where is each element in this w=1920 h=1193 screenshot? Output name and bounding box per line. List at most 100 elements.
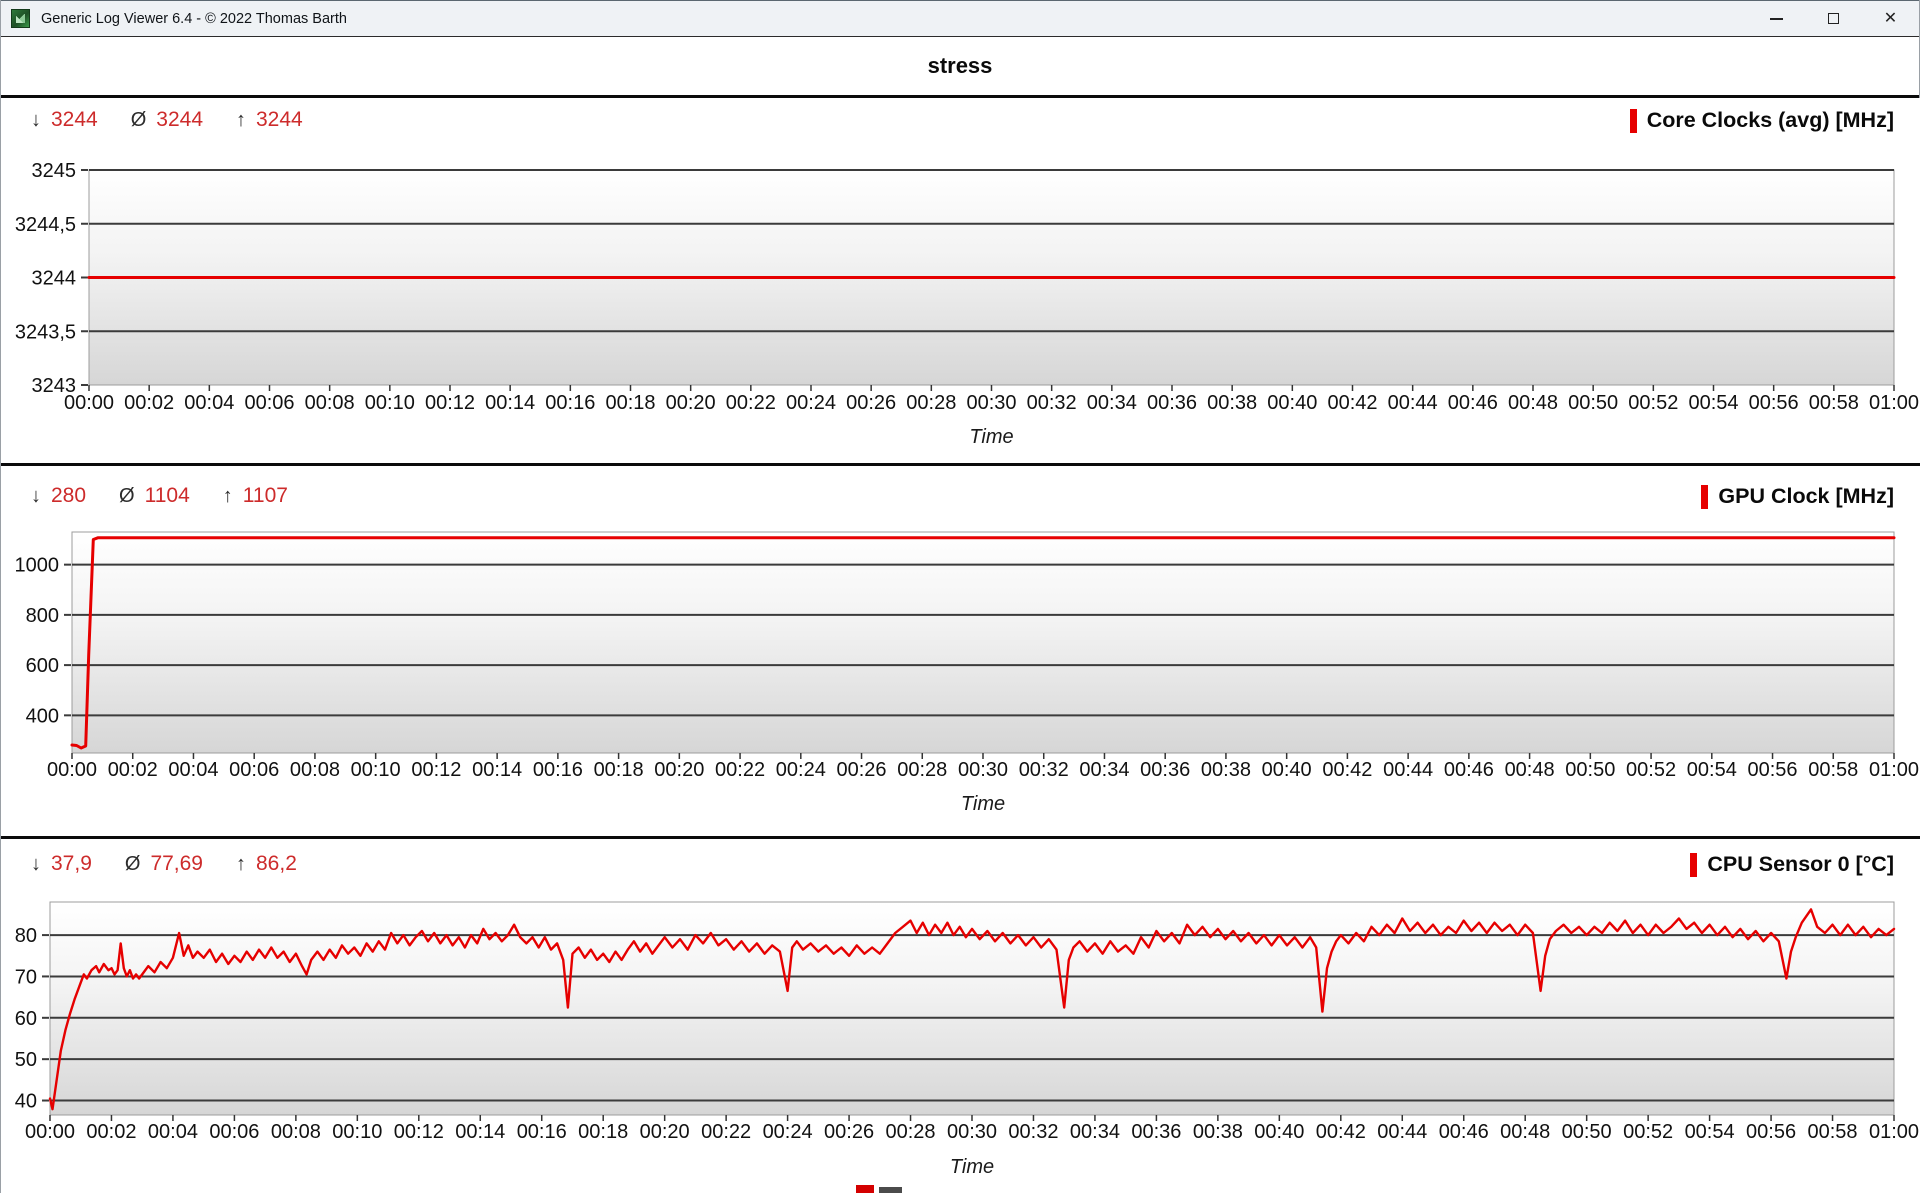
svg-text:3244: 3244 — [32, 268, 77, 290]
svg-text:00:02: 00:02 — [86, 1121, 136, 1143]
legend-color-bar — [1630, 109, 1637, 133]
close-button[interactable]: ✕ — [1862, 1, 1919, 36]
avg-icon: Ø — [125, 853, 141, 876]
svg-text:60: 60 — [15, 1008, 37, 1030]
stat-avg-value: 77,69 — [150, 852, 203, 876]
close-icon: ✕ — [1884, 11, 1897, 27]
svg-text:00:46: 00:46 — [1448, 392, 1498, 414]
svg-text:01:00: 01:00 — [1869, 759, 1919, 781]
svg-text:00:54: 00:54 — [1688, 392, 1738, 414]
cpu-temp-chart[interactable]: 405060708000:0000:0200:0400:0600:0800:10… — [1, 839, 1920, 1193]
minimize-icon — [1770, 18, 1783, 20]
svg-text:00:58: 00:58 — [1809, 392, 1859, 414]
svg-text:80: 80 — [15, 925, 37, 947]
svg-text:00:14: 00:14 — [455, 1121, 505, 1143]
svg-text:00:24: 00:24 — [786, 392, 836, 414]
svg-text:00:16: 00:16 — [545, 392, 595, 414]
legend-label: Core Clocks (avg) [MHz] — [1647, 108, 1894, 133]
max-arrow-icon: ↑ — [223, 485, 233, 508]
svg-text:00:48: 00:48 — [1505, 759, 1555, 781]
stat-avg-value: 3244 — [156, 108, 203, 132]
svg-text:00:20: 00:20 — [654, 759, 704, 781]
svg-text:00:38: 00:38 — [1201, 759, 1251, 781]
svg-text:00:10: 00:10 — [332, 1121, 382, 1143]
svg-text:00:08: 00:08 — [290, 759, 340, 781]
svg-text:00:06: 00:06 — [209, 1121, 259, 1143]
svg-text:00:20: 00:20 — [640, 1121, 690, 1143]
svg-text:00:20: 00:20 — [666, 392, 716, 414]
stat-avg-value: 1104 — [145, 484, 190, 508]
svg-text:00:46: 00:46 — [1439, 1121, 1489, 1143]
max-arrow-icon: ↑ — [236, 109, 246, 132]
stat-avg: Ø 3244 — [131, 108, 203, 132]
svg-text:600: 600 — [26, 655, 59, 677]
min-arrow-icon: ↓ — [31, 853, 41, 876]
svg-text:00:18: 00:18 — [605, 392, 655, 414]
svg-text:00:40: 00:40 — [1262, 759, 1312, 781]
svg-text:3244,5: 3244,5 — [15, 214, 76, 236]
svg-text:00:12: 00:12 — [411, 759, 461, 781]
stat-min: ↓37,9 — [31, 852, 92, 876]
svg-text:00:04: 00:04 — [184, 392, 234, 414]
title-bar[interactable]: Generic Log Viewer 6.4 - © 2022 Thomas B… — [1, 0, 1919, 37]
gpu-clock-panel: ↓280 Ø1104 ↑1107 GPU Clock [MHz] 4006008… — [1, 466, 1920, 839]
cpu-sensor-legend: CPU Sensor 0 [°C] — [1690, 852, 1894, 877]
svg-text:00:22: 00:22 — [726, 392, 776, 414]
app-window: Generic Log Viewer 6.4 - © 2022 Thomas B… — [0, 0, 1920, 1193]
avg-icon: Ø — [119, 485, 135, 508]
app-logo-icon — [11, 9, 30, 28]
maximize-button[interactable] — [1805, 1, 1862, 36]
svg-text:00:00: 00:00 — [64, 392, 114, 414]
minimize-button[interactable] — [1748, 1, 1805, 36]
legend-color-bar — [1690, 853, 1697, 877]
svg-text:00:14: 00:14 — [472, 759, 522, 781]
svg-text:Time: Time — [961, 793, 1005, 815]
svg-text:00:24: 00:24 — [776, 759, 826, 781]
svg-text:00:48: 00:48 — [1508, 392, 1558, 414]
svg-text:00:28: 00:28 — [886, 1121, 936, 1143]
svg-text:00:14: 00:14 — [485, 392, 535, 414]
svg-text:00:58: 00:58 — [1808, 759, 1858, 781]
avg-icon: Ø — [131, 109, 147, 132]
svg-text:00:30: 00:30 — [966, 392, 1016, 414]
svg-text:00:18: 00:18 — [578, 1121, 628, 1143]
svg-text:00:08: 00:08 — [271, 1121, 321, 1143]
svg-text:00:12: 00:12 — [394, 1121, 444, 1143]
svg-text:Time: Time — [950, 1156, 994, 1178]
svg-text:00:40: 00:40 — [1267, 392, 1317, 414]
svg-text:00:10: 00:10 — [365, 392, 415, 414]
svg-text:00:12: 00:12 — [425, 392, 475, 414]
svg-text:00:30: 00:30 — [947, 1121, 997, 1143]
stat-min-value: 3244 — [51, 108, 98, 132]
svg-text:00:34: 00:34 — [1087, 392, 1137, 414]
core-clocks-chart[interactable]: 32433243,532443244,5324500:0000:0200:040… — [1, 98, 1920, 463]
svg-text:00:04: 00:04 — [148, 1121, 198, 1143]
svg-text:00:28: 00:28 — [897, 759, 947, 781]
svg-text:00:18: 00:18 — [594, 759, 644, 781]
core-clocks-stats: ↓3244 Ø3244 ↑3244 — [31, 108, 303, 132]
svg-text:00:42: 00:42 — [1316, 1121, 1366, 1143]
svg-text:00:32: 00:32 — [1027, 392, 1077, 414]
min-arrow-icon: ↓ — [31, 485, 41, 508]
legend-label: CPU Sensor 0 [°C] — [1707, 852, 1894, 877]
svg-text:00:22: 00:22 — [715, 759, 765, 781]
cpu-sensor-stats: ↓37,9 Ø77,69 ↑86,2 — [31, 852, 297, 876]
svg-text:00:52: 00:52 — [1623, 1121, 1673, 1143]
svg-text:00:50: 00:50 — [1562, 1121, 1612, 1143]
svg-text:00:38: 00:38 — [1207, 392, 1257, 414]
legend-color-bar — [1701, 485, 1708, 509]
gpu-clock-chart[interactable]: 400600800100000:0000:0200:0400:0600:0800… — [1, 466, 1920, 836]
svg-text:00:40: 00:40 — [1254, 1121, 1304, 1143]
core-clocks-legend: Core Clocks (avg) [MHz] — [1630, 108, 1894, 133]
maximize-icon — [1828, 13, 1839, 24]
legend-label: GPU Clock [MHz] — [1718, 484, 1894, 509]
svg-text:50: 50 — [15, 1049, 37, 1071]
log-header: stress — [1, 37, 1919, 98]
svg-text:00:00: 00:00 — [47, 759, 97, 781]
svg-text:1000: 1000 — [15, 555, 60, 577]
svg-text:00:56: 00:56 — [1748, 759, 1798, 781]
svg-text:00:24: 00:24 — [763, 1121, 813, 1143]
svg-text:00:52: 00:52 — [1628, 392, 1678, 414]
stat-max-value: 3244 — [256, 108, 303, 132]
svg-text:00:50: 00:50 — [1565, 759, 1615, 781]
